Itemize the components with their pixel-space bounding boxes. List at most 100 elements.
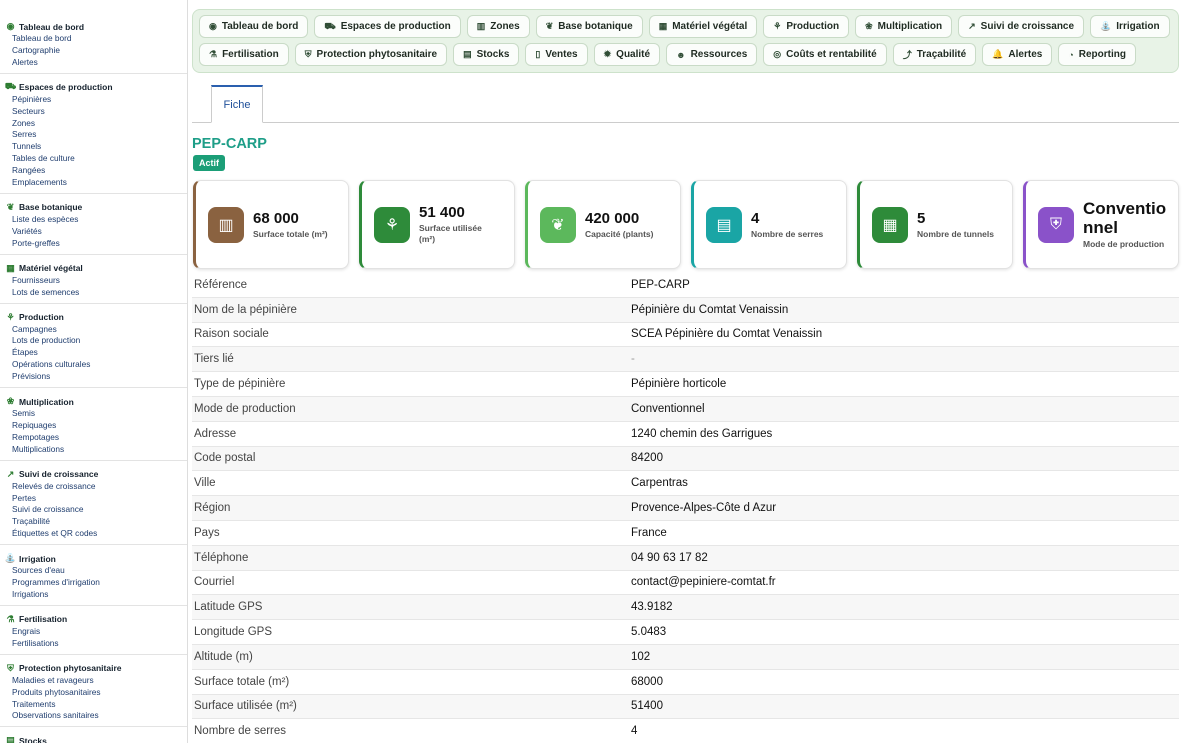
box-icon: ▦ (6, 262, 15, 273)
map-icon: ▥ (208, 206, 244, 243)
sidebar-group: ❀ Multiplication Semis Repiquages Rempotages… (0, 395, 187, 461)
kpi-cards: ▥ 68 000 Surface totale (m²) ⚘ 51 400 Surface… (193, 180, 1179, 269)
sidebar-item[interactable]: Lots de production (5, 335, 187, 347)
sidebar-item[interactable]: Multiplications (5, 444, 187, 456)
sidebar-group-header[interactable]: ❦ Base botanique (5, 201, 187, 214)
nav-button[interactable]: ⚘ Production (763, 15, 850, 38)
plant-icon: ❀ (6, 396, 15, 407)
sidebar-item[interactable]: Prévisions (5, 371, 187, 383)
sidebar-item[interactable]: Suivi de croissance (5, 504, 187, 516)
nav-button[interactable]: ◔ Reporting (1058, 43, 1136, 66)
sidebar-item[interactable]: Produits phytosanitaires (5, 687, 187, 699)
nav-button[interactable]: ⛨ Protection phytosanitaire (294, 43, 448, 66)
sidebar-group: ◉ Tableau de bord Tableau de bord Cartograp… (0, 20, 187, 74)
sidebar-item[interactable]: Emplacements (5, 177, 187, 189)
table-row: Adresse 1240 chemin des Garrigues (192, 422, 1179, 447)
nav-button[interactable]: ⤴ Traçabilité (892, 43, 977, 66)
sidebar-item[interactable]: Zones (5, 118, 187, 130)
nav-button-label: Traçabilité (916, 49, 967, 60)
sidebar-item[interactable]: Maladies et ravageurs (5, 675, 187, 687)
sidebar-item[interactable]: Lots de semences (5, 287, 187, 299)
nav-button-label: Stocks (476, 49, 510, 60)
sidebar-item[interactable]: Rangées (5, 165, 187, 177)
sidebar-item[interactable]: Alertes (5, 57, 187, 69)
nav-button[interactable]: ⛟ Espaces de production (314, 15, 461, 38)
sidebar-item[interactable]: Pertes (5, 493, 187, 505)
sidebar-item[interactable]: Porte-greffes (5, 238, 187, 250)
sidebar-item[interactable]: Pépinières (5, 94, 187, 106)
nav-button[interactable]: 🔔 Alertes (982, 43, 1053, 66)
nav-button[interactable]: ▯ Ventes (525, 43, 588, 66)
sidebar-item[interactable]: Fertilisations (5, 638, 187, 650)
shield-icon: ⛨ (1038, 206, 1074, 243)
nav-button[interactable]: ▥ Zones (466, 15, 530, 38)
sidebar-item[interactable]: Opérations culturales (5, 359, 187, 371)
receipt-icon: ▯ (535, 49, 541, 59)
sidebar-item[interactable]: Serres (5, 129, 187, 141)
nav-button[interactable]: ☻ Ressources (666, 43, 758, 66)
sidebar-group-header[interactable]: ⛨ Protection phytosanitaire (5, 662, 187, 675)
sidebar-group-header[interactable]: ⛟ Espaces de production (5, 81, 187, 94)
nav-button[interactable]: ⚗ Fertilisation (199, 43, 289, 66)
sidebar-item[interactable]: Sources d'eau (5, 565, 187, 577)
field-label: Adresse (194, 427, 237, 440)
sidebar-item[interactable]: Liste des espèces (5, 214, 187, 226)
plant-icon: ❀ (865, 21, 873, 31)
sidebar-item[interactable]: Programmes d'irrigation (5, 577, 187, 589)
kpi-value: 51 400 (419, 204, 465, 221)
nav-button-label: Coûts et rentabilité (786, 49, 877, 60)
table-row: Raison sociale SCEA Pépinière du Comtat V… (192, 323, 1179, 348)
sidebar-item[interactable]: Engrais (5, 626, 187, 638)
sidebar-item[interactable]: Relevés de croissance (5, 481, 187, 493)
nav-button[interactable]: ◉ Tableau de bord (199, 15, 309, 38)
sidebar-item[interactable]: Secteurs (5, 106, 187, 118)
nav-button[interactable]: ▤ Stocks (453, 43, 520, 66)
sidebar-group-header[interactable]: ▤ Stocks (5, 734, 187, 743)
sidebar-group-header[interactable]: ❀ Multiplication (5, 395, 187, 408)
sidebar-group-header[interactable]: ◉ Tableau de bord (5, 20, 187, 33)
sidebar-group-header[interactable]: ⛲ Irrigation (5, 552, 187, 565)
users-icon: ☻ (676, 49, 686, 60)
sidebar-item[interactable]: Traçabilité (5, 516, 187, 528)
top-navigation: ◉ Tableau de bord ⛟ Espaces de production ▥ Z… (192, 9, 1179, 73)
nav-button[interactable]: ✹ Qualité (593, 43, 661, 66)
nav-button[interactable]: ⛲ Irrigation (1090, 15, 1170, 38)
sidebar-group-header[interactable]: ↗ Suivi de croissance (5, 468, 187, 481)
nav-button[interactable]: ↗ Suivi de croissance (958, 15, 1085, 38)
field-label: Raison sociale (194, 328, 269, 341)
field-value: contact@pepiniere-comtat.fr (631, 576, 776, 589)
sidebar-group-header[interactable]: ▦ Matériel végétal (5, 262, 187, 275)
sidebar-item[interactable]: Tables de culture (5, 153, 187, 165)
sidebar-item[interactable]: Rempotages (5, 432, 187, 444)
sidebar-group-label: Suivi de croissance (19, 469, 99, 480)
leaf-icon: ❦ (545, 21, 554, 31)
sidebar-item[interactable]: Observations sanitaires (5, 710, 187, 722)
sidebar-item[interactable]: Repiquages (5, 420, 187, 432)
kpi-label: Mode de production (1083, 239, 1165, 249)
field-value: France (631, 526, 667, 539)
sidebar-group-header[interactable]: ⚗ Fertilisation (5, 613, 187, 626)
sidebar-item[interactable]: Semis (5, 408, 187, 420)
sidebar-item[interactable]: Étapes (5, 347, 187, 359)
kpi-label: Surface totale (m²) (253, 228, 328, 239)
sidebar-group-header[interactable]: ⚘ Production (5, 311, 187, 324)
faucet-icon: ⛲ (1100, 21, 1112, 31)
nav-button[interactable]: ◎ Coûts et rentabilité (763, 43, 887, 66)
sidebar-item[interactable]: Étiquettes et QR codes (5, 528, 187, 540)
table-row: Surface utilisée (m²) 51400 (192, 694, 1179, 720)
sidebar-item[interactable]: Cartographie (5, 45, 187, 57)
sidebar-item[interactable]: Tunnels (5, 141, 187, 153)
field-label: Téléphone (194, 551, 249, 564)
seedling-icon: ⚘ (374, 206, 410, 243)
sidebar-item[interactable]: Campagnes (5, 324, 187, 336)
sidebar-item[interactable]: Fournisseurs (5, 275, 187, 287)
sidebar-item[interactable]: Traitements (5, 699, 187, 711)
sidebar-item[interactable]: Tableau de bord (5, 33, 187, 45)
nav-button[interactable]: ❀ Multiplication (855, 15, 953, 38)
tab-fiche[interactable]: Fiche (211, 85, 263, 123)
nav-button[interactable]: ❦ Base botanique (535, 15, 643, 38)
field-value: Provence-Alpes-Côte d Azur (631, 502, 777, 515)
nav-button[interactable]: ▦ Matériel végétal (648, 15, 758, 38)
sidebar-item[interactable]: Irrigations (5, 589, 187, 601)
sidebar-item[interactable]: Variétés (5, 226, 187, 238)
